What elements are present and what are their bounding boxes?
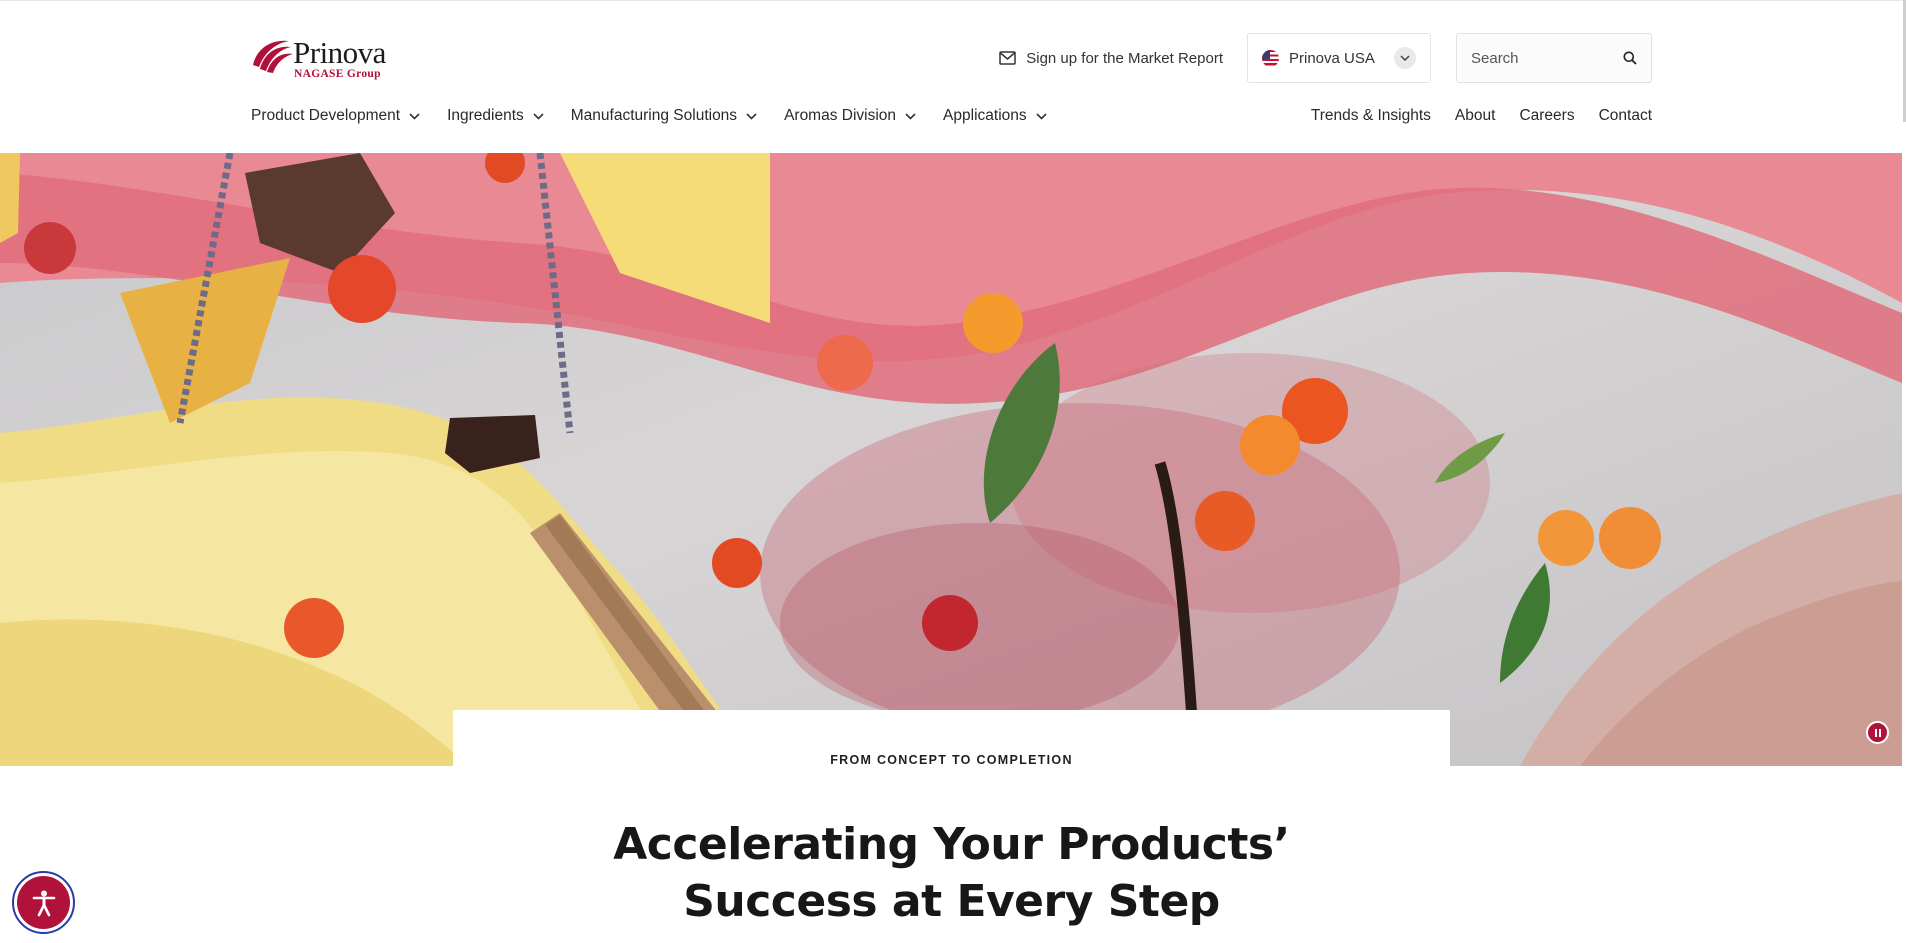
chevron-down-icon [746, 112, 757, 120]
nav-applications[interactable]: Applications [943, 107, 1047, 125]
prinova-swoosh-icon [253, 40, 293, 73]
accessibility-button[interactable] [12, 871, 75, 934]
market-report-label: Sign up for the Market Report [1026, 49, 1223, 67]
page-title: Accelerating Your Products’ Success at E… [453, 816, 1450, 930]
headline-line-2: Success at Every Step [683, 876, 1220, 927]
nav-aromas-division[interactable]: Aromas Division [784, 107, 916, 125]
nav-label: Aromas Division [784, 107, 897, 124]
prinova-logo[interactable]: Prinova NAGASE Group [251, 35, 401, 81]
hero-video [0, 153, 1902, 766]
nav-label: Product Development [251, 107, 401, 124]
nav-manufacturing-solutions[interactable]: Manufacturing Solutions [571, 107, 757, 125]
headline-line-1: Accelerating Your Products’ [613, 819, 1290, 870]
logo-wordmark: Prinova [293, 35, 386, 70]
market-report-link[interactable]: Sign up for the Market Report [999, 50, 1223, 67]
nav-contact[interactable]: Contact [1599, 107, 1652, 125]
chevron-down-icon [533, 112, 544, 120]
secondary-nav: Trends & Insights About Careers Contact [1287, 107, 1652, 125]
country-selector[interactable]: Prinova USA [1247, 33, 1431, 83]
us-flag-icon [1262, 49, 1279, 67]
chevron-down-icon [905, 112, 916, 120]
intro-card: FROM CONCEPT TO COMPLETION Accelerating … [453, 710, 1450, 943]
hero-ingredients-image [0, 153, 1902, 766]
accessibility-icon [17, 876, 70, 929]
site-header: Prinova NAGASE Group Sign up for the Mar… [0, 0, 1906, 153]
search-input[interactable] [1471, 49, 1623, 67]
envelope-icon [999, 51, 1016, 65]
logo-tagline: NAGASE Group [294, 68, 381, 80]
search-icon[interactable] [1623, 51, 1637, 65]
pause-icon[interactable] [1866, 721, 1889, 744]
nav-careers[interactable]: Careers [1519, 107, 1574, 125]
nav-trends-insights[interactable]: Trends & Insights [1311, 107, 1431, 125]
utility-bar: Sign up for the Market Report Prinova US… [999, 33, 1652, 83]
nav-label: Manufacturing Solutions [570, 107, 738, 124]
chevron-down-icon [1394, 47, 1416, 69]
chevron-down-icon [1036, 112, 1047, 120]
intro-eyebrow: FROM CONCEPT TO COMPLETION [830, 753, 1073, 767]
nav-ingredients[interactable]: Ingredients [447, 107, 544, 125]
main-nav: Product Development Ingredients Manufact… [251, 107, 1074, 125]
nav-label: Applications [943, 107, 1027, 124]
chevron-down-icon [409, 112, 420, 120]
country-label: Prinova USA [1289, 49, 1375, 67]
search-field [1456, 33, 1652, 83]
nav-product-development[interactable]: Product Development [251, 107, 420, 125]
nav-label: Ingredients [447, 107, 524, 124]
nav-about[interactable]: About [1455, 107, 1496, 125]
